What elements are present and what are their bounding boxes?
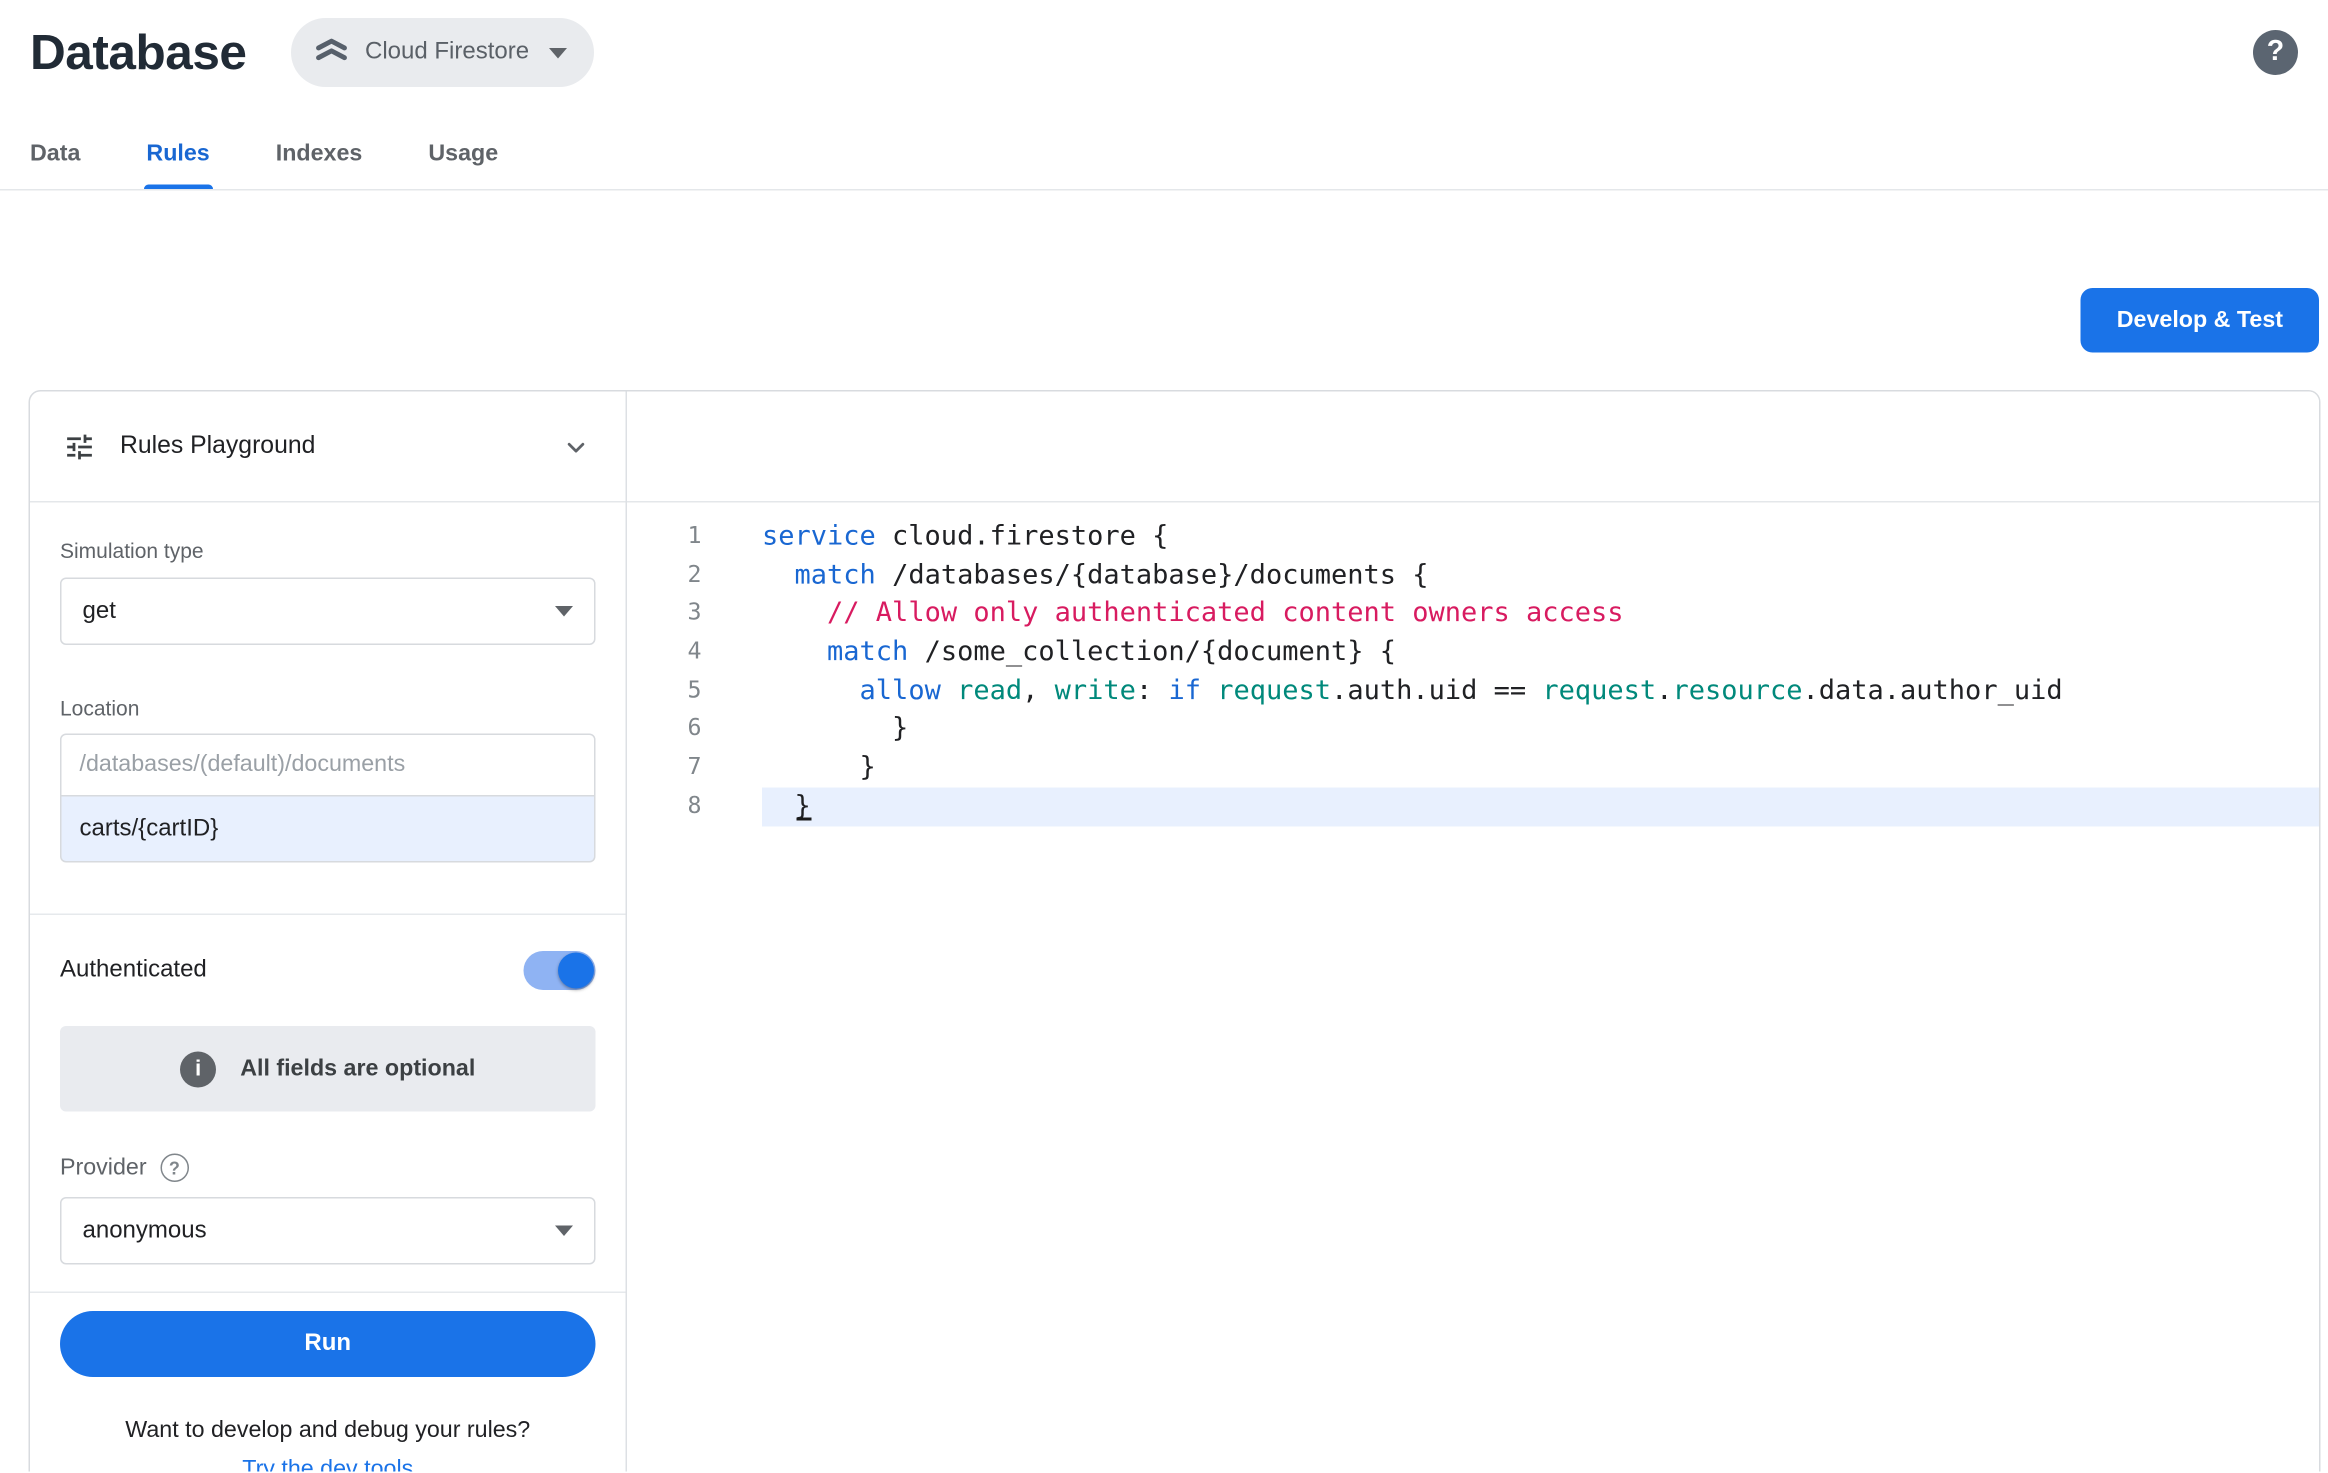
tab-indexes[interactable]: Indexes	[276, 126, 363, 189]
dev-tools-link-row: Try the dev tools	[60, 1457, 596, 1472]
line-number: 4	[627, 633, 762, 672]
rules-playground-body: Simulation type get Location /databases/…	[30, 503, 626, 1472]
code-line-content: // Allow only authenticated content owne…	[762, 595, 2319, 634]
rules-playground-title: Rules Playground	[120, 432, 315, 461]
rules-editor: 1service cloud.firestore {2 match /datab…	[627, 392, 2319, 1472]
help-icon[interactable]: ?	[2253, 30, 2298, 75]
provider-help-icon[interactable]: ?	[160, 1154, 189, 1183]
editor-toolbar	[627, 392, 2319, 503]
text-cursor	[796, 790, 811, 820]
simulation-type-label: Simulation type	[60, 539, 596, 563]
divider	[30, 1292, 626, 1294]
line-number: 5	[627, 672, 762, 711]
chevron-down-icon	[555, 1226, 573, 1237]
database-selector[interactable]: Cloud Firestore	[292, 18, 594, 87]
develop-test-button[interactable]: Develop & Test	[2081, 288, 2319, 353]
chevron-down-icon	[555, 606, 573, 617]
code-line[interactable]: 5 allow read, write: if request.auth.uid…	[627, 672, 2319, 711]
tab-rules[interactable]: Rules	[146, 126, 209, 189]
line-number: 7	[627, 749, 762, 788]
code-line-content: }	[762, 749, 2319, 788]
code-line[interactable]: 1service cloud.firestore {	[627, 518, 2319, 557]
location-label: Location	[60, 696, 596, 720]
actions-row: Develop & Test	[0, 191, 2328, 353]
run-button[interactable]: Run	[60, 1311, 596, 1377]
provider-row: Provider ?	[60, 1154, 596, 1183]
database-selector-label: Cloud Firestore	[365, 39, 529, 66]
line-number: 8	[627, 787, 762, 826]
collapse-chevron-icon[interactable]	[560, 430, 593, 463]
divider	[30, 914, 626, 916]
code-line-content: }	[762, 710, 2319, 749]
tab-usage[interactable]: Usage	[428, 126, 498, 189]
page-header: Database Cloud Firestore ?	[0, 0, 2328, 87]
rules-playground-header[interactable]: Rules Playground	[30, 392, 626, 503]
code-lines: 1service cloud.firestore {2 match /datab…	[627, 518, 2319, 826]
code-line[interactable]: 3 // Allow only authenticated content ow…	[627, 595, 2319, 634]
provider-value: anonymous	[83, 1217, 207, 1244]
code-line-content: allow read, write: if request.auth.uid =…	[762, 672, 2319, 711]
provider-select[interactable]: anonymous	[60, 1197, 596, 1265]
code-line[interactable]: 6 }	[627, 710, 2319, 749]
location-input[interactable]: carts/{cartID}	[60, 797, 596, 863]
line-number: 3	[627, 595, 762, 634]
tune-icon	[63, 430, 96, 463]
authenticated-label: Authenticated	[60, 957, 207, 984]
code-line[interactable]: 7 }	[627, 749, 2319, 788]
rules-panel: Rules Playground Simulation type get Loc…	[29, 390, 2321, 1472]
code-line[interactable]: 2 match /databases/{database}/documents …	[627, 556, 2319, 595]
info-icon: i	[180, 1051, 216, 1087]
line-number: 1	[627, 518, 762, 557]
code-line-content: match /databases/{database}/documents {	[762, 556, 2319, 595]
authenticated-row: Authenticated	[60, 951, 596, 990]
rules-playground-sidebar: Rules Playground Simulation type get Loc…	[30, 392, 627, 1472]
simulation-type-value: get	[83, 598, 116, 625]
firestore-icon	[313, 33, 352, 72]
authenticated-toggle[interactable]	[524, 951, 596, 990]
code-line-content: }	[762, 787, 2319, 826]
line-number: 6	[627, 710, 762, 749]
tab-data[interactable]: Data	[30, 126, 80, 189]
code-line-content: service cloud.firestore {	[762, 518, 2319, 557]
provider-label: Provider	[60, 1154, 147, 1181]
firestore-database-page: Database Cloud Firestore ? Data Rules In…	[0, 0, 2328, 1473]
chevron-down-icon	[549, 47, 567, 58]
page-title: Database	[30, 24, 247, 81]
toggle-knob	[558, 953, 594, 989]
code-line[interactable]: 4 match /some_collection/{document} {	[627, 633, 2319, 672]
info-banner-text: All fields are optional	[240, 1055, 475, 1082]
dev-tools-question: Want to develop and debug your rules?	[60, 1418, 596, 1445]
info-banner: i All fields are optional	[60, 1026, 596, 1112]
location-group: /databases/(default)/documents carts/{ca…	[60, 734, 596, 863]
dev-tools-link[interactable]: Try the dev tools	[242, 1457, 413, 1472]
code-editor[interactable]: 1service cloud.firestore {2 match /datab…	[627, 503, 2319, 826]
line-number: 2	[627, 556, 762, 595]
code-line-content: match /some_collection/{document} {	[762, 633, 2319, 672]
location-prefix-input[interactable]: /databases/(default)/documents	[60, 734, 596, 797]
code-line[interactable]: 8 }	[627, 787, 2319, 826]
simulation-type-select[interactable]: get	[60, 578, 596, 646]
tab-bar: Data Rules Indexes Usage	[0, 126, 2328, 191]
